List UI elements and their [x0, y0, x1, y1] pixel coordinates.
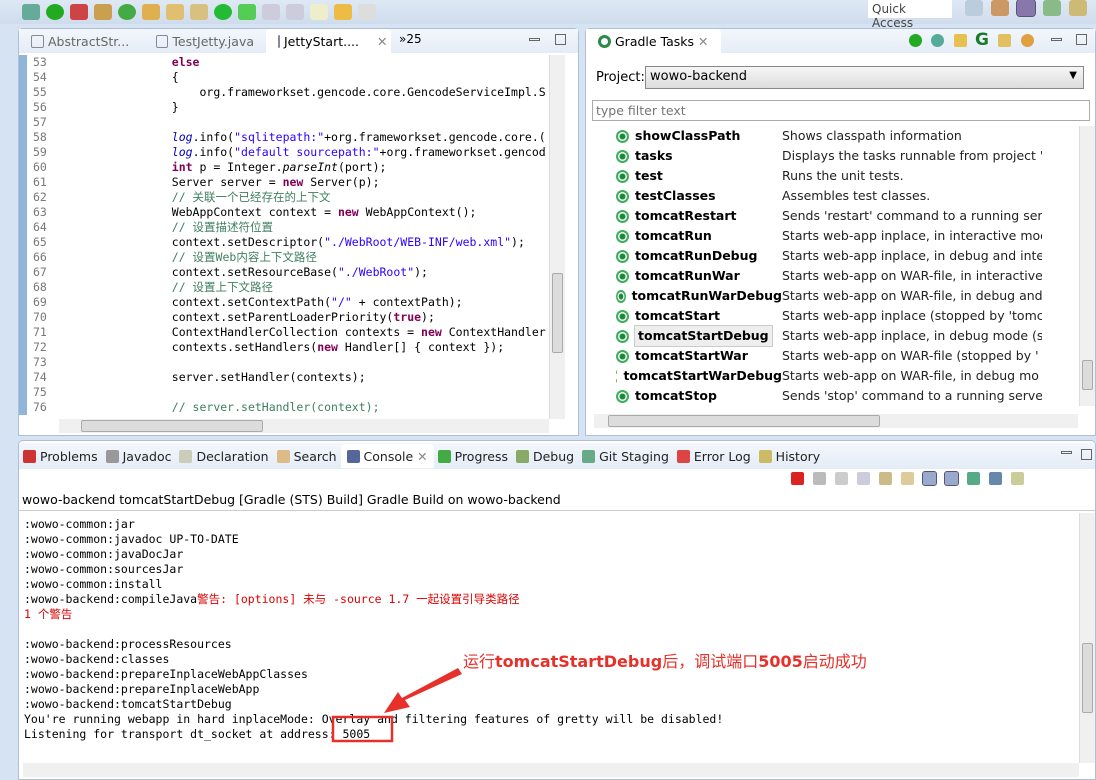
highlight-box [331, 715, 394, 743]
annotation-arrow [331, 668, 462, 743]
arrow-shape [384, 668, 462, 713]
